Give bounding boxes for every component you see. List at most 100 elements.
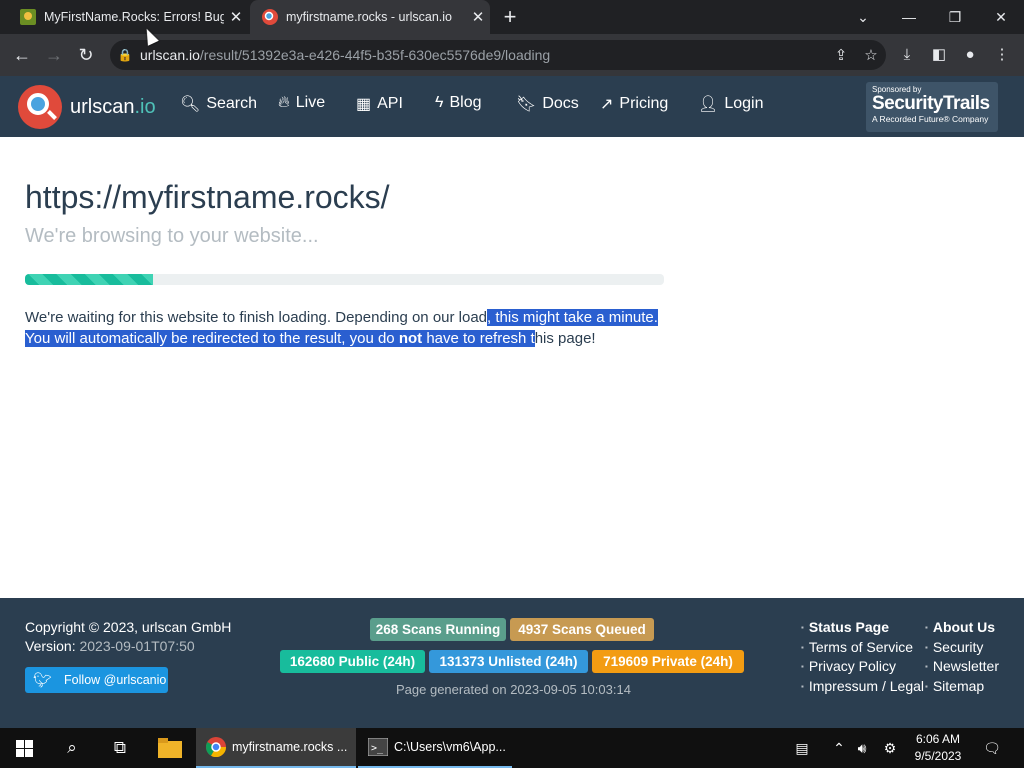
- tab-urlscan[interactable]: myfirstname.rocks - urlscan.io ✕: [250, 0, 490, 34]
- public-scans-badge: 162680 Public (24h): [280, 650, 425, 673]
- task-view-icon[interactable]: ⧉: [96, 728, 144, 768]
- file-explorer-icon[interactable]: [146, 728, 194, 768]
- scans-queued-badge: 4937 Scans Queued: [510, 618, 654, 641]
- message-bold-text: not: [398, 330, 423, 347]
- nav-login[interactable]: 👤︎ Login: [698, 94, 763, 114]
- message-text: his page!: [534, 330, 596, 347]
- windows-taskbar: ⌕ ⧉ myfirstname.rocks ... >_ C:\Users\vm…: [0, 728, 1024, 768]
- download-icon[interactable]: ⤓: [892, 42, 922, 68]
- message-selected-text: have to refresh t: [422, 330, 535, 347]
- address-bar[interactable]: 🔒 urlscan.io/result/51392e3a-e426-44f5-b…: [110, 40, 886, 70]
- taskbar-clock[interactable]: 6:06 AM 9/5/2023: [908, 731, 968, 765]
- twitter-label: Follow @urlscanio: [64, 673, 167, 687]
- footer-link-status-page[interactable]: Status Page: [801, 618, 924, 638]
- cmd-app-label: C:\Users\vm6\App...: [394, 740, 506, 754]
- sponsor-securitytrails[interactable]: Sponsored by SecurityTrails A Recorded F…: [866, 82, 998, 132]
- address-url[interactable]: urlscan.io/result/51392e3a-e426-44f5-b35…: [140, 47, 826, 63]
- new-tab-button[interactable]: +: [497, 4, 523, 30]
- version-label: Version:: [25, 638, 76, 654]
- unlisted-scans-badge: 131373 Unlisted (24h): [429, 650, 588, 673]
- nav-label: Docs: [542, 95, 579, 112]
- site-footer: Copyright © 2023, urlscan GmbH Version: …: [0, 598, 1024, 728]
- loading-progress-bar: [25, 274, 664, 285]
- sponsor-tagline: A Recorded Future® Company: [872, 114, 989, 124]
- svg-text:>_: >_: [371, 743, 384, 754]
- menu-kebab-icon[interactable]: ⋮: [987, 42, 1017, 68]
- terminal-icon: >_: [368, 738, 388, 756]
- qr-icon: ▦: [356, 96, 372, 113]
- footer-link-impressum[interactable]: Impressum / Legal: [801, 677, 924, 697]
- brand-text: urlscan.io: [70, 96, 156, 119]
- search-icon: 🔍︎: [180, 96, 201, 113]
- taskbar-chrome-app[interactable]: myfirstname.rocks ...: [196, 728, 356, 768]
- tab-myfirstname-rocks[interactable]: MyFirstName.Rocks: Errors! Bugs! ✕: [8, 0, 248, 34]
- back-button[interactable]: ←: [8, 42, 36, 68]
- tab-search-chevron-icon[interactable]: ⌄: [840, 0, 886, 34]
- fire-icon: 🔥︎: [278, 94, 290, 111]
- nav-label: API: [377, 95, 403, 112]
- volume-icon[interactable]: 🔊︎: [850, 728, 874, 768]
- footer-info: Copyright © 2023, urlscan GmbH Version: …: [25, 618, 231, 656]
- lock-icon[interactable]: 🔒: [110, 48, 140, 62]
- urlscan-favicon-icon: [262, 9, 278, 25]
- private-scans-badge: 719609 Private (24h): [592, 650, 744, 673]
- tab-close-icon[interactable]: ✕: [224, 8, 248, 26]
- chrome-icon: [206, 737, 226, 757]
- brand-link[interactable]: urlscan.io: [18, 85, 156, 129]
- settings-gear-icon[interactable]: ⚙: [878, 728, 902, 768]
- version-value: 2023-09-01T07:50: [79, 638, 195, 654]
- twitter-bird-icon: 🐦︎: [33, 672, 53, 689]
- search-icon[interactable]: ⌕: [48, 728, 96, 768]
- bookmark-icon: 🔖︎: [516, 96, 537, 113]
- chrome-app-label: myfirstname.rocks ...: [232, 740, 348, 754]
- scans-running-badge: 268 Scans Running: [370, 618, 506, 641]
- version-line: Version: 2023-09-01T07:50: [25, 637, 231, 656]
- profile-icon[interactable]: ●: [955, 42, 985, 68]
- forward-button[interactable]: →: [40, 42, 68, 68]
- nav-live[interactable]: 🔥︎ Live: [278, 94, 325, 112]
- loading-subtitle: We're browsing to your website...: [25, 225, 319, 247]
- side-panel-icon[interactable]: ◧: [924, 42, 954, 68]
- windows-start-icon[interactable]: [0, 728, 48, 768]
- external-link-icon: ↗: [600, 96, 614, 113]
- share-icon[interactable]: ⇪: [826, 46, 856, 64]
- footer-links-col1: Status Page Terms of Service Privacy Pol…: [801, 618, 924, 696]
- waiting-message: We're waiting for this website to finish…: [25, 307, 665, 349]
- footer-link-terms[interactable]: Terms of Service: [801, 638, 924, 658]
- footer-link-security[interactable]: Security: [925, 638, 999, 658]
- footer-link-newsletter[interactable]: Newsletter: [925, 657, 999, 677]
- tab-close-icon[interactable]: ✕: [466, 8, 490, 26]
- bolt-icon: ϟ: [435, 94, 444, 111]
- site-favicon-icon: [20, 9, 36, 25]
- footer-link-sitemap[interactable]: Sitemap: [925, 677, 999, 697]
- url-path: /result/51392e3a-e426-44f5-b35f-630ec557…: [199, 47, 551, 63]
- nav-docs[interactable]: 🔖︎ Docs: [516, 94, 579, 114]
- reload-button[interactable]: ↻: [72, 42, 100, 68]
- tab-title: myfirstname.rocks - urlscan.io: [286, 10, 453, 24]
- restore-button[interactable]: ❐: [932, 0, 978, 34]
- tab-title: MyFirstName.Rocks: Errors! Bugs!: [44, 10, 224, 24]
- close-window-button[interactable]: ✕: [978, 0, 1024, 34]
- notifications-icon[interactable]: 🗨︎: [980, 728, 1004, 768]
- page-generated-text: Page generated on 2023-09-05 10:03:14: [396, 682, 631, 697]
- bookmark-star-icon[interactable]: ☆: [856, 46, 886, 64]
- follow-twitter-button[interactable]: 🐦︎ Follow @urlscanio: [25, 667, 168, 693]
- copyright-text: Copyright © 2023, urlscan GmbH: [25, 619, 232, 635]
- footer-link-about[interactable]: About Us: [925, 618, 999, 638]
- footer-link-privacy[interactable]: Privacy Policy: [801, 657, 924, 677]
- nav-search[interactable]: 🔍︎ Search: [180, 94, 257, 114]
- nav-label: Search: [206, 95, 258, 112]
- nav-api[interactable]: ▦ API: [356, 94, 403, 114]
- taskbar-cmd-app[interactable]: >_ C:\Users\vm6\App...: [358, 728, 512, 768]
- user-icon: 👤︎: [698, 96, 719, 113]
- brand-suffix: .io: [134, 95, 156, 118]
- sponsor-name: SecurityTrails: [872, 93, 990, 114]
- nav-pricing[interactable]: ↗ Pricing: [600, 94, 668, 114]
- scanned-url-heading: https://myfirstname.rocks/: [25, 179, 390, 215]
- nav-blog[interactable]: ϟ Blog: [435, 94, 482, 112]
- tray-chevron-up-icon[interactable]: ⌃: [827, 728, 851, 768]
- nav-label: Blog: [449, 94, 482, 111]
- news-widget-icon[interactable]: ▤: [790, 728, 814, 768]
- minimize-button[interactable]: —: [886, 0, 932, 34]
- nav-label: Login: [724, 95, 764, 112]
